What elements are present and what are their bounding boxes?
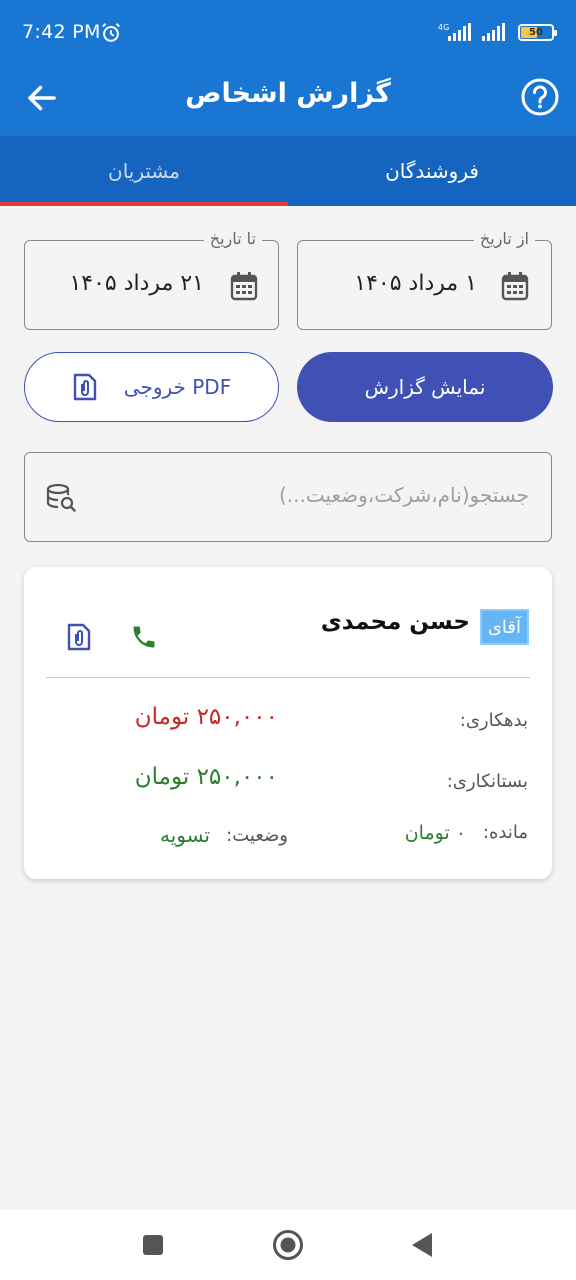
status-indicators: 4G 50 [438,22,557,42]
battery-level: 50 [529,26,543,38]
alarm-clock-icon [102,23,120,42]
page-title: گزارش اشخاص [185,78,391,109]
status-bar: 7:42 PM 4G 50 [0,0,576,64]
honorific-text: آقای [487,616,521,638]
app-bar: گزارش اشخاص [0,64,576,136]
tab-customers-label: مشتریان [108,159,180,183]
show-report-button[interactable]: نمایش گزارش [297,352,553,422]
balance-value: ۰ تومان [404,822,466,844]
system-nav-bar [0,1210,576,1280]
status-badge: تسویه [159,823,210,847]
from-date-label: از تاریخ [473,229,535,248]
pdf-export-label: خروجی PDF [123,375,232,399]
phone-icon[interactable] [130,623,158,651]
honorific-badge: آقای [479,609,529,645]
credit-label: بستانکاری: [446,771,528,792]
recent-apps-icon[interactable] [142,1234,164,1256]
pdf-file-icon[interactable] [66,621,92,653]
from-date-value: ۱ مرداد ۱۴۰۵ [354,271,477,296]
calendar-icon[interactable] [501,271,529,301]
pdf-export-button[interactable]: خروجی PDF [24,352,279,422]
tab-indicator [0,202,288,206]
tab-bar: فروشندگان مشتریان [0,136,576,206]
tab-customers[interactable]: مشتریان [0,136,288,206]
to-date-field[interactable]: تا تاریخ ۲۱ مرداد ۱۴۰۵ [24,229,279,330]
debit-value: ۲۵۰,۰۰۰ تومان [134,704,278,730]
credit-value: ۲۵۰,۰۰۰ تومان [134,764,278,790]
tab-sellers[interactable]: فروشندگان [288,136,576,206]
network-label: 4G [438,23,449,32]
database-search-icon [46,483,76,512]
search-input[interactable]: جستجو(نام،شرکت،وضعیت...) [24,452,552,542]
signal-icon [482,23,505,41]
calendar-icon[interactable] [230,271,258,301]
person-card[interactable]: آقای حسن محمدی بدهکاری: ۲۵۰,۰۰۰ تومان بس… [24,567,552,879]
status-label: وضعیت: [226,825,288,846]
pdf-file-icon [73,373,96,401]
show-report-label: نمایش گزارش [364,375,486,399]
debit-label: بدهکاری: [459,710,528,731]
status-time: 7:42 PM [22,21,101,43]
card-divider [46,677,530,678]
search-placeholder: جستجو(نام،شرکت،وضعیت...) [278,483,529,507]
battery-icon: 50 [518,23,557,41]
back-triangle-icon[interactable] [410,1232,434,1258]
tab-sellers-label: فروشندگان [385,159,479,183]
to-date-label: تا تاریخ [203,229,262,248]
from-date-field[interactable]: از تاریخ ۱ مرداد ۱۴۰۵ [297,229,552,330]
home-icon[interactable] [272,1229,304,1261]
signal-4g-icon: 4G [438,23,471,41]
person-name: حسن محمدی [320,609,470,635]
to-date-value: ۲۱ مرداد ۱۴۰۵ [69,271,204,296]
help-icon[interactable] [520,77,560,117]
balance-label: مانده: [482,822,528,843]
